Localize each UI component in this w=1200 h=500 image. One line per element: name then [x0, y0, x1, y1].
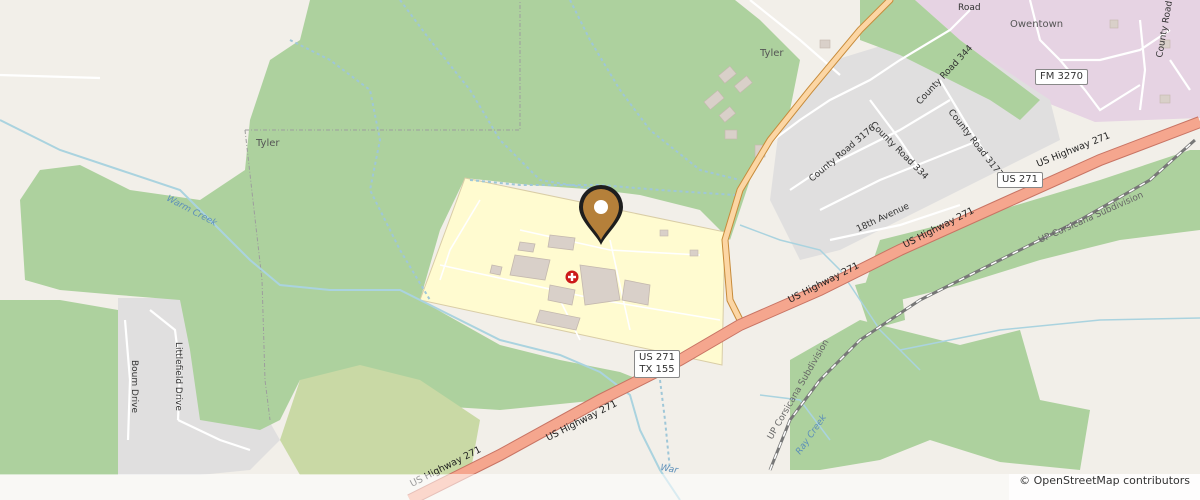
forest-left-lower	[0, 300, 118, 475]
map-base-layer: US Highway 271 US Highway 271 US Highway…	[0, 0, 1200, 500]
location-pin-icon[interactable]	[573, 183, 629, 247]
label-tyler-north: Tyler	[759, 48, 784, 59]
shield-us-271-tx-155: US 271 TX 155	[634, 350, 680, 378]
attribution-text[interactable]: © OpenStreetMap contributors	[1009, 474, 1200, 500]
label-littlefield-drive: Littlefield Drive	[173, 342, 183, 411]
label-owentown: Owentown	[1010, 19, 1063, 30]
label-boum-drive: Boum Drive	[129, 360, 139, 413]
map-canvas[interactable]: US Highway 271 US Highway 271 US Highway…	[0, 0, 1200, 500]
label-tyler-west: Tyler	[255, 138, 280, 149]
shield-us-271: US 271	[997, 172, 1043, 188]
shield-fm-3270: FM 3270	[1035, 69, 1089, 85]
hospital-icon[interactable]	[565, 270, 579, 284]
shield-us-271-line: US 271	[639, 352, 675, 363]
shield-tx-155-line: TX 155	[639, 364, 675, 375]
label-road-top: Road	[958, 3, 981, 13]
